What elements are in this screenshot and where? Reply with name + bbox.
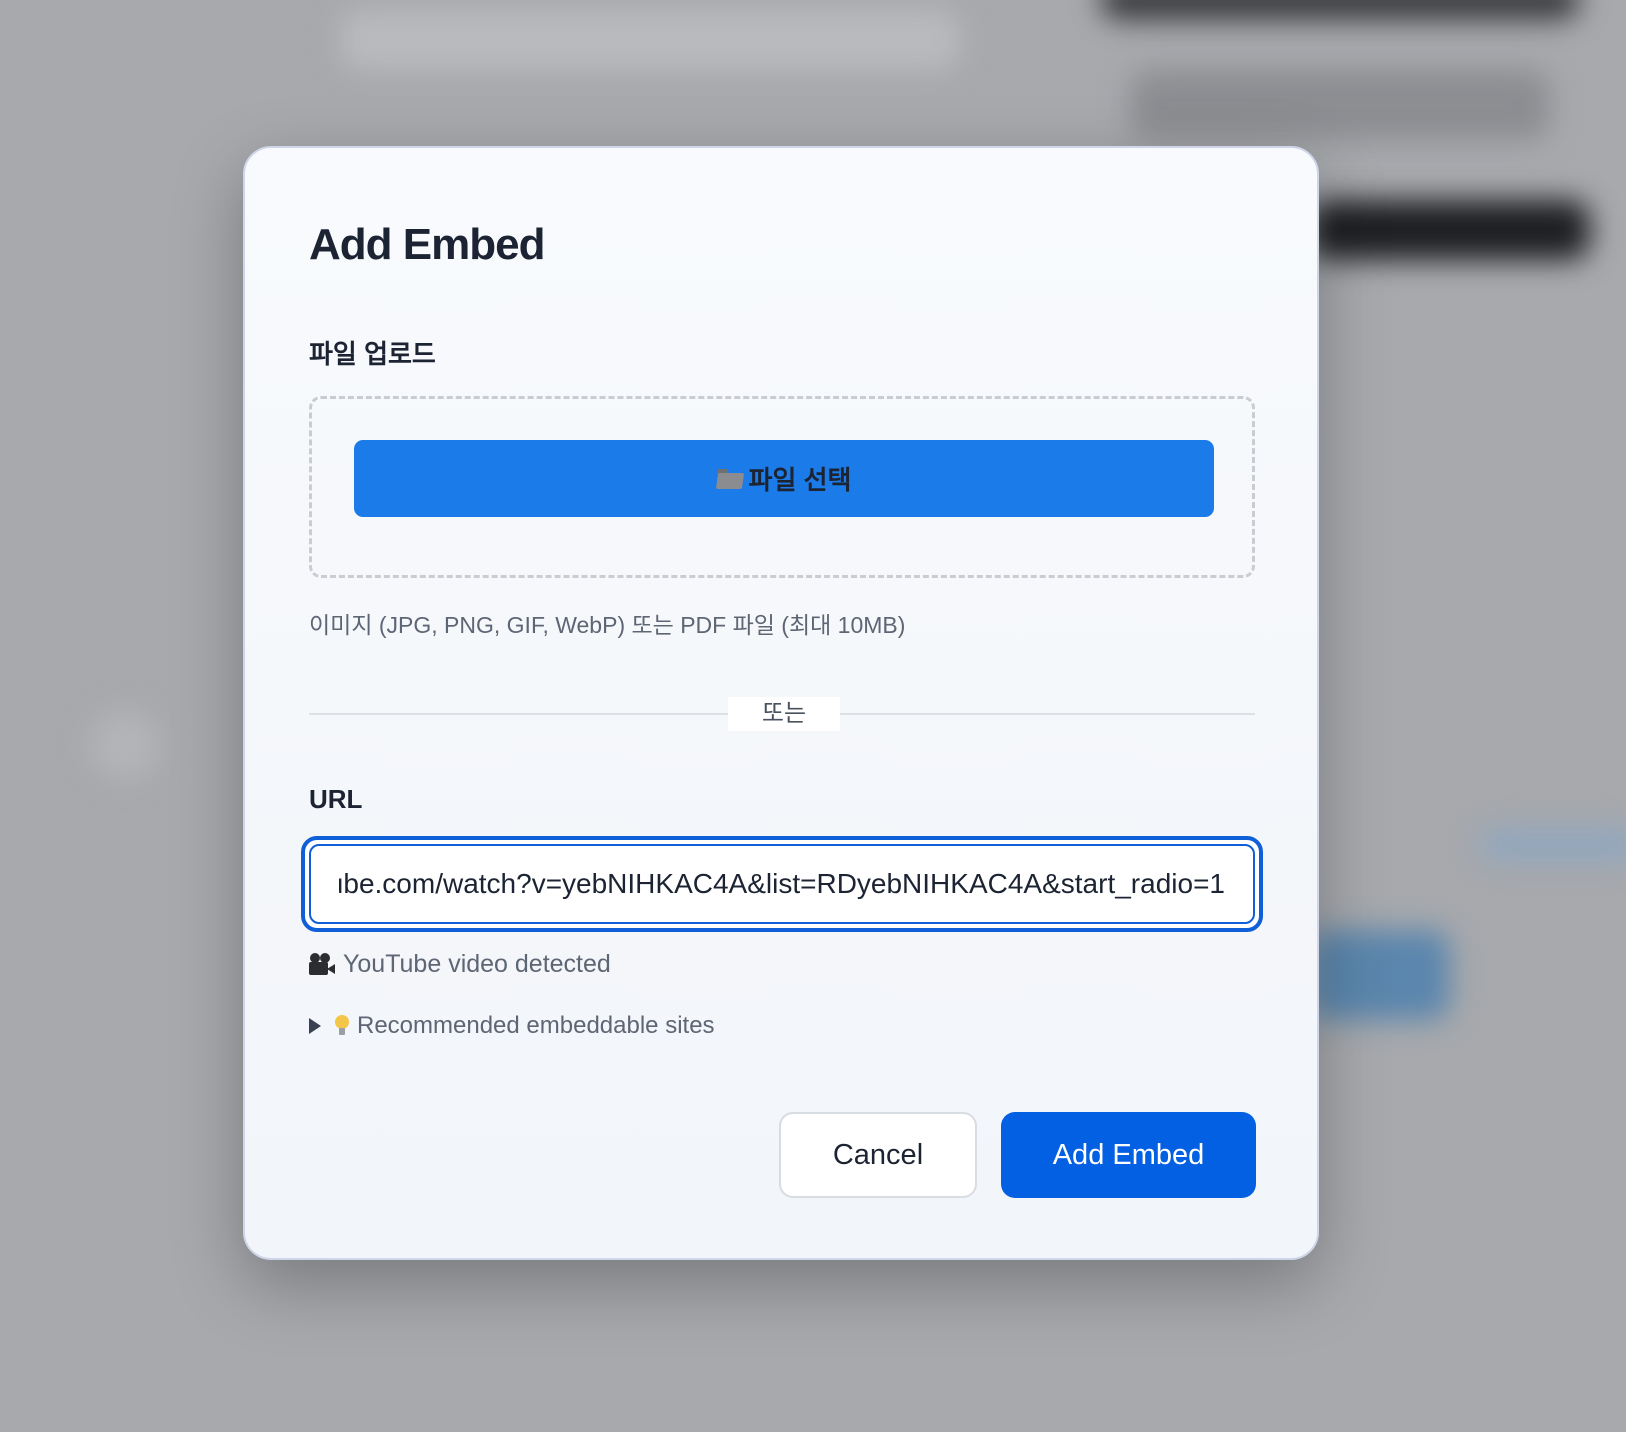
or-divider-label: 또는 <box>728 697 840 731</box>
background-blur-shape <box>1100 0 1580 20</box>
file-dropzone[interactable]: 파일 선택 <box>309 396 1255 578</box>
background-blur-shape <box>1130 70 1550 140</box>
detection-status-text: YouTube video detected <box>343 950 611 978</box>
background-blur-shape <box>1310 200 1590 260</box>
add-embed-dialog: Add Embed 파일 업로드 파일 선택 이미지 (JPG, PNG, GI… <box>243 146 1319 1260</box>
dialog-title: Add Embed <box>309 220 545 269</box>
cancel-button[interactable]: Cancel <box>779 1112 977 1198</box>
url-input[interactable] <box>309 844 1255 924</box>
background-blur-shape <box>90 710 160 780</box>
background-blur-shape <box>340 10 960 70</box>
folder-icon <box>716 468 743 489</box>
choose-file-label: 파일 선택 <box>748 465 852 495</box>
background-blur-shape <box>1310 930 1450 1020</box>
url-label: URL <box>309 784 363 814</box>
file-type-hint: 이미지 (JPG, PNG, GIF, WebP) 또는 PDF 파일 (최대 … <box>309 612 906 638</box>
detection-status: YouTube video detected <box>309 950 611 979</box>
add-embed-button[interactable]: Add Embed <box>1001 1112 1256 1198</box>
background-blur-shape <box>1480 830 1626 860</box>
lightbulb-icon <box>335 1015 349 1037</box>
recommended-sites-toggle[interactable]: Recommended embeddable sites <box>309 1012 715 1040</box>
choose-file-button[interactable]: 파일 선택 <box>354 440 1214 517</box>
url-input-focus-ring <box>301 836 1263 932</box>
file-upload-label: 파일 업로드 <box>309 339 436 369</box>
recommended-sites-label: Recommended embeddable sites <box>357 1012 715 1039</box>
movie-camera-icon <box>309 952 335 977</box>
triangle-right-icon <box>309 1018 321 1034</box>
